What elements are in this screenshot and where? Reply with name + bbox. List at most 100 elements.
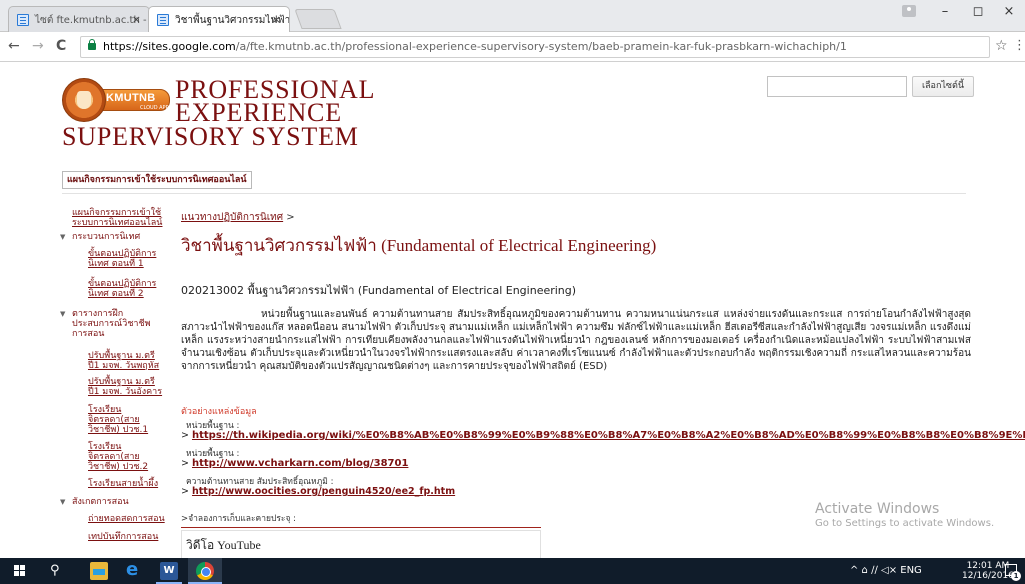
sidebar-item-label: ปี1 มจพ. วันพฤหัส <box>88 361 160 371</box>
edge-browser-icon[interactable]: e <box>126 559 138 580</box>
sidebar-item-supervision-process[interactable]: กระบวนการนิเทศ <box>72 232 140 242</box>
sidebar-item-label: นิเทศ ตอนที่ 2 <box>88 289 144 299</box>
sidebar-item-label: วิชาชีพ) ปวช.2 <box>88 462 149 472</box>
sidebar-item-foundation-thursday[interactable]: ปรับพื้นฐาน ม.ตรี ปี1 มจพ. วันพฤหัส <box>88 351 159 371</box>
reference-prefix: > <box>181 486 192 497</box>
chrome-browser-icon[interactable] <box>196 562 214 580</box>
sidebar-item-live-teaching[interactable]: ถ่ายทอดสดการสอน <box>88 514 165 524</box>
sidebar-item-procedure-1[interactable]: ขั้นตอนปฏิบัติการ นิเทศ ตอนที่ 1 <box>88 249 156 269</box>
new-tab-button[interactable] <box>294 9 342 29</box>
course-description: หน่วยพื้นฐานและอนพันธ์ ความต้านทานสาย สั… <box>181 309 971 372</box>
sidebar-item-activity-plan[interactable]: แผนกิจกรรมการเข้าใช้ ระบบการนิเทศออนไลน์ <box>72 208 162 228</box>
sidebar-item-recorded-teaching[interactable]: เทปบันทึกการสอน <box>88 532 158 542</box>
sidebar-item-chitralada-2[interactable]: โรงเรียน จิตรลดา(สาย วิชาชีพ) ปวช.2 <box>88 442 148 472</box>
reference-prefix: > <box>181 430 192 441</box>
sidebar-item-label: วิชาชีพ) ปวช.1 <box>88 425 149 435</box>
sidebar-item-label: ขั้นตอนปฏิบัติการ <box>88 279 157 289</box>
reference-link[interactable]: http://www.vcharkarn.com/blog/38701 <box>192 458 408 469</box>
lock-icon <box>88 39 96 50</box>
sidebar-item-teaching-observation[interactable]: สังเกตการสอน <box>72 497 129 507</box>
system-tray[interactable]: ^ ⌂ ∕∕ ◁× ENG <box>850 565 922 576</box>
sidebar-item-label: ขั้นตอนปฏิบัติการ <box>88 249 157 259</box>
sidebar-item-foundation-tuesday[interactable]: ปรับพื้นฐาน ม.ตรี ปี1 มจพ. วันอังคาร <box>88 377 162 397</box>
sidebar-item-label: ปี1 มจพ. วันอังคาร <box>88 387 163 397</box>
breadcrumb-separator: > <box>283 212 295 223</box>
breadcrumb: แนวทางปฏิบัติการนิเทศ > <box>181 210 295 225</box>
reference-link[interactable]: http://www.oocities.org/penguin4520/ee2_… <box>192 486 455 497</box>
windows-taskbar: ⚲ e W ^ ⌂ ∕∕ ◁× ENG 12:01 AM 12/16/2016 … <box>0 558 1025 584</box>
sidebar-item-label: ถ่ายทอดสดการสอน <box>88 514 165 524</box>
word-app-icon[interactable]: W <box>160 562 178 580</box>
sidebar-item-label: จิตรลดา(สาย <box>88 452 140 462</box>
reference-item: > http://www.oocities.org/penguin4520/ee… <box>181 486 455 497</box>
tab-close-icon[interactable]: × <box>132 13 141 26</box>
sidebar-item-label: โรงเรียน <box>88 442 122 452</box>
web-page: KMUTNB CLOUD APP PROFESSIONAL EXPERIENCE… <box>0 62 1025 558</box>
top-nav-activity-plan[interactable]: แผนกิจกรรมการเข้าใช้ระบบการนิเทศออนไลน์ <box>62 171 252 189</box>
expand-arrow-icon[interactable]: ▼ <box>60 233 65 241</box>
tab-sites[interactable]: ไซต์ fte.kmutnb.ac.th - Go × <box>8 6 150 32</box>
url-host: https://sites.google.com <box>103 40 236 53</box>
site-title-line: EXPERIENCE <box>175 98 342 127</box>
browser-tab-strip: ไซต์ fte.kmutnb.ac.th - Go × วิชาพื้นฐาน… <box>0 0 1025 32</box>
windows-start-icon[interactable] <box>14 565 26 577</box>
sidebar-item-label: การสอน <box>72 329 105 339</box>
search-icon[interactable]: ⚲ <box>50 563 60 578</box>
course-code-line: 020213002 พื้นฐานวิศวกรรมไฟฟ้า (Fundamen… <box>181 284 577 297</box>
sidebar-item-label: จิตรลดา(สาย <box>88 415 140 425</box>
youtube-title: วิดีโอ YouTube <box>186 538 261 552</box>
sidebar-item-label: โรงเรียนสายน้ำผึ้ง <box>88 479 159 489</box>
close-window-button[interactable]: × <box>994 4 1024 19</box>
references-heading: ตัวอย่างแหล่งข้อมูล <box>181 407 257 417</box>
minimize-button[interactable]: – <box>930 4 960 19</box>
sidebar-item-label: ปรับพื้นฐาน ม.ตรี <box>88 351 155 361</box>
back-arrow-icon[interactable]: ← <box>8 38 20 54</box>
notification-count-badge: 1 <box>1011 571 1021 581</box>
site-title-line: SUPERVISORY SYSTEM <box>62 122 359 151</box>
sidebar-item-label: ตารางการฝึก <box>72 309 124 319</box>
browser-menu-icon[interactable]: ⋮ <box>1013 38 1025 53</box>
activate-windows-watermark: Activate Windows <box>815 501 940 517</box>
reference-item: > http://www.vcharkarn.com/blog/38701 <box>181 458 408 469</box>
tab-current-page[interactable]: วิชาพื้นฐานวิศวกรรมไฟฟ้า (F × <box>148 6 290 32</box>
sidebar-item-sainamphung[interactable]: โรงเรียนสายน้ำผึ้ง <box>88 479 158 489</box>
sidebar-item-training-schedule[interactable]: ตารางการฝึก ประสบการณ์วิชาชีพ การสอน <box>72 309 151 339</box>
reference-prefix: > <box>181 458 192 469</box>
bookmark-star-icon[interactable]: ☆ <box>995 38 1008 54</box>
sidebar-item-label: ประสบการณ์วิชาชีพ <box>72 319 151 329</box>
simulation-note: >จำลองการเก็บและคายประจุ : <box>181 514 297 524</box>
page-title: วิชาพื้นฐานวิศวกรรมไฟฟ้า (Fundamental of… <box>181 236 657 255</box>
kmutnb-logo[interactable]: KMUTNB CLOUD APP <box>62 78 170 122</box>
file-explorer-icon[interactable] <box>90 562 108 580</box>
reload-icon[interactable]: C <box>56 38 66 54</box>
search-site-button[interactable]: เลือกไซต์นี้ <box>912 76 974 97</box>
user-profile-icon[interactable] <box>902 5 916 17</box>
sidebar-item-label: ระบบการนิเทศออนไลน์ <box>72 218 163 228</box>
expand-arrow-icon[interactable]: ▼ <box>60 310 65 318</box>
sidebar-item-label: แผนกิจกรรมการเข้าใช้ <box>72 208 162 218</box>
breadcrumb-link[interactable]: แนวทางปฏิบัติการนิเทศ <box>181 212 283 223</box>
university-emblem-icon <box>62 78 106 122</box>
browser-toolbar: ← → C https://sites.google.com/a/fte.kmu… <box>0 32 1025 62</box>
header-divider <box>62 193 966 194</box>
reference-item: > https://th.wikipedia.org/wiki/%E0%B8%A… <box>181 430 1025 441</box>
tab-close-icon[interactable]: × <box>272 13 281 26</box>
sidebar-item-label: ปรับพื้นฐาน ม.ตรี <box>88 377 155 387</box>
content-divider <box>181 527 541 528</box>
site-search-input[interactable] <box>767 76 907 97</box>
activate-windows-hint: Go to Settings to activate Windows. <box>815 518 995 529</box>
sites-favicon-icon <box>157 14 169 26</box>
sidebar-item-label: กระบวนการนิเทศ <box>72 232 141 242</box>
url-path: /a/fte.kmutnb.ac.th/professional-experie… <box>235 40 847 53</box>
sidebar-item-label: เทปบันทึกการสอน <box>88 532 159 542</box>
sidebar-item-label: สังเกตการสอน <box>72 497 129 507</box>
sidebar-item-label: โรงเรียน <box>88 405 122 415</box>
logo-text: KMUTNB <box>106 92 156 104</box>
sidebar-item-procedure-2[interactable]: ขั้นตอนปฏิบัติการ นิเทศ ตอนที่ 2 <box>88 279 156 299</box>
reference-link[interactable]: https://th.wikipedia.org/wiki/%E0%B8%AB%… <box>192 430 1025 441</box>
forward-arrow-icon[interactable]: → <box>32 38 44 54</box>
address-bar[interactable]: https://sites.google.com/a/fte.kmutnb.ac… <box>80 36 990 58</box>
maximize-button[interactable]: ◻ <box>963 4 993 19</box>
expand-arrow-icon[interactable]: ▼ <box>60 498 65 506</box>
sidebar-item-chitralada-1[interactable]: โรงเรียน จิตรลดา(สาย วิชาชีพ) ปวช.1 <box>88 405 148 435</box>
